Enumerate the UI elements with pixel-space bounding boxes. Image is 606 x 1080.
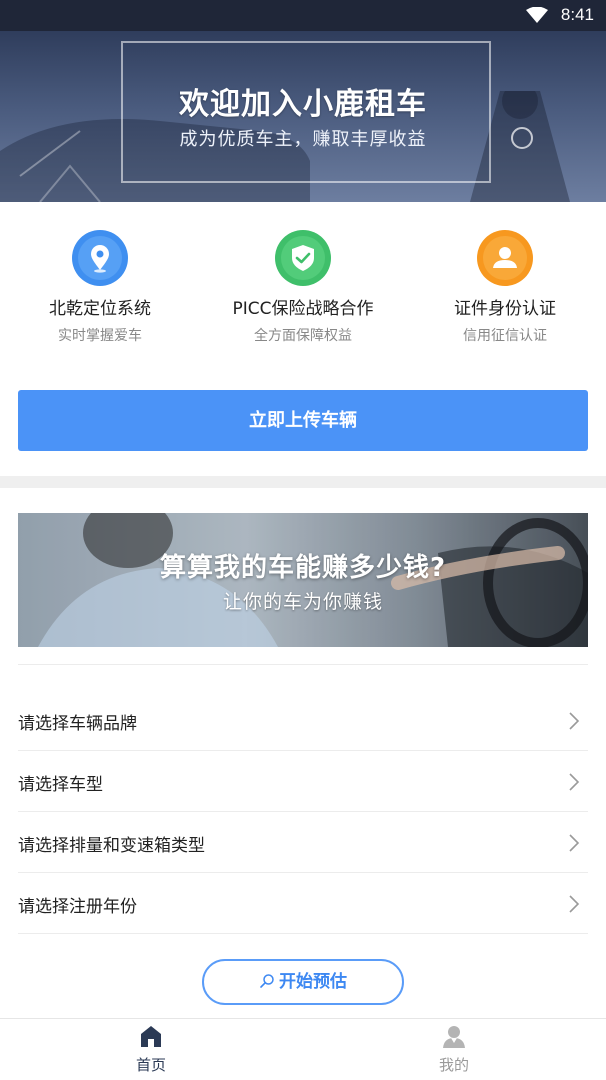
shield-check-icon <box>275 230 331 286</box>
user-id-icon <box>477 230 533 286</box>
section-divider <box>0 476 606 488</box>
nav-home[interactable]: 首页 <box>91 1019 211 1080</box>
start-estimate-label: 开始预估 <box>279 972 347 992</box>
status-bar: 8:41 <box>0 0 606 31</box>
chevron-right-icon <box>569 895 580 913</box>
feature-desc: 信用征信认证 <box>463 328 547 344</box>
feature-name: 证件身份认证 <box>454 299 556 319</box>
divider <box>18 664 588 665</box>
feature-location: 北乾定位系统 实时掌握爱车 <box>0 230 200 345</box>
select-row-label: 请选择车型 <box>18 775 103 795</box>
nav-profile-label: 我的 <box>438 1056 469 1074</box>
chevron-right-icon <box>569 834 580 852</box>
search-icon <box>260 974 274 988</box>
hero-subtitle: 成为优质车主，赚取丰厚收益 <box>179 129 427 150</box>
vehicle-select-list: 请选择车辆品牌 请选择车型 请选择排量和变速箱类型 请选择注册年份 <box>18 690 588 934</box>
select-year-row[interactable]: 请选择注册年份 <box>18 873 588 934</box>
estimate-banner[interactable]: 算算我的车能赚多少钱? 让你的车为你赚钱 <box>18 513 588 647</box>
feature-name: 北乾定位系统 <box>49 299 151 319</box>
select-model-row[interactable]: 请选择车型 <box>18 751 588 812</box>
chevron-right-icon <box>569 773 580 791</box>
select-row-label: 请选择注册年份 <box>18 897 137 917</box>
start-estimate-button[interactable]: 开始预估 <box>202 959 404 1005</box>
hero-title: 欢迎加入小鹿租车 <box>179 87 427 122</box>
feature-identity: 证件身份认证 信用征信认证 <box>405 230 605 345</box>
estimate-banner-title: 算算我的车能赚多少钱? <box>159 553 447 583</box>
select-row-label: 请选择车辆品牌 <box>18 714 137 734</box>
nav-profile[interactable]: 我的 <box>394 1019 514 1080</box>
select-row-label: 请选择排量和变速箱类型 <box>18 836 205 856</box>
chevron-right-icon <box>569 712 580 730</box>
feature-desc: 全方面保障权益 <box>254 328 352 344</box>
profile-icon <box>443 1026 465 1048</box>
select-engine-row[interactable]: 请选择排量和变速箱类型 <box>18 812 588 873</box>
home-icon <box>141 1026 161 1047</box>
select-brand-row[interactable]: 请选择车辆品牌 <box>18 690 588 751</box>
wifi-icon <box>526 7 548 23</box>
bottom-nav: 首页 我的 <box>0 1018 606 1080</box>
location-pin-icon <box>72 230 128 286</box>
estimate-banner-subtitle: 让你的车为你赚钱 <box>222 591 383 613</box>
upload-vehicle-button[interactable]: 立即上传车辆 <box>18 390 588 451</box>
feature-desc: 实时掌握爱车 <box>58 328 142 344</box>
hero-banner: 欢迎加入小鹿租车 成为优质车主，赚取丰厚收益 <box>0 31 606 202</box>
nav-home-label: 首页 <box>135 1056 166 1074</box>
feature-name: PICC保险战略合作 <box>232 299 374 319</box>
feature-insurance: PICC保险战略合作 全方面保障权益 <box>203 230 403 345</box>
status-time: 8:41 <box>560 5 594 24</box>
features-row: 北乾定位系统 实时掌握爱车 PICC保险战略合作 全方面保障权益 证件身份认证 … <box>0 202 606 352</box>
